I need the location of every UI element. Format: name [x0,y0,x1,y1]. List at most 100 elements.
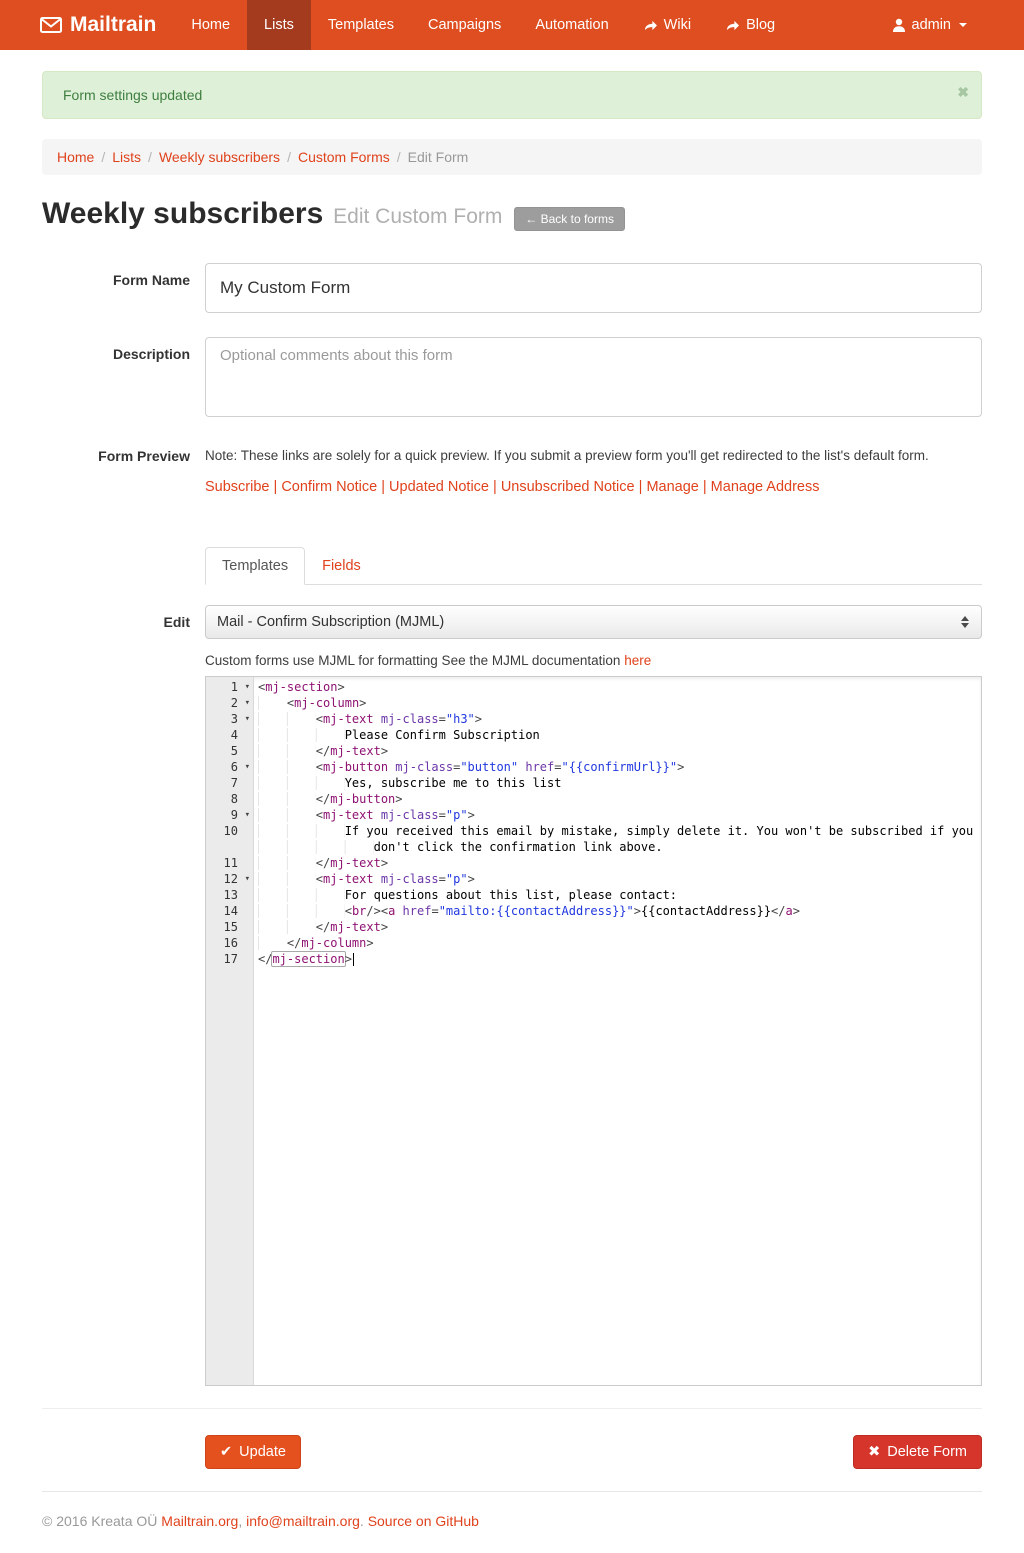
editor-line[interactable]: <mj-text mj-class="h3"> [258,711,981,727]
fold-toggle-icon[interactable]: ▾ [245,711,250,727]
user-name: admin [912,17,952,33]
gutter-line-number: 1▾ [206,679,253,695]
gutter-line-number: 4 [206,727,253,743]
editor-line[interactable]: <mj-section> [258,679,981,695]
fold-toggle-icon[interactable]: ▾ [245,695,250,711]
editor-line[interactable]: Yes, subscribe me to this list [258,775,981,791]
editor-line[interactable]: </mj-section> [258,951,981,967]
breadcrumb-link-lists[interactable]: Lists [112,149,141,165]
mjml-help-text: Custom forms use MJML for formatting See… [205,653,982,668]
form-name-label: Form Name [42,263,190,313]
form-name-field[interactable] [205,263,982,313]
breadcrumb-current: Edit Form [408,149,469,165]
preview-note: Note: These links are solely for a quick… [205,444,982,463]
main-nav: HomeListsTemplatesCampaignsAutomationWik… [174,0,792,50]
editor-line[interactable]: </mj-text> [258,919,981,935]
editor-line[interactable]: <mj-text mj-class="p"> [258,807,981,823]
tab-bar: TemplatesFields [205,547,982,585]
editor-line[interactable]: </mj-text> [258,743,981,759]
fold-toggle-icon[interactable]: ▾ [245,807,250,823]
editor-line[interactable]: </mj-column> [258,935,981,951]
editor-line[interactable]: <mj-button mj-class="button" href="{{con… [258,759,981,775]
editor-line[interactable]: If you received this email by mistake, s… [258,823,981,839]
preview-link-unsubscribed-notice[interactable]: Unsubscribed Notice [501,479,635,495]
editor-line[interactable]: </mj-button> [258,791,981,807]
breadcrumb: Home/Lists/Weekly subscribers/Custom For… [42,139,982,175]
tab-templates[interactable]: Templates [205,547,305,585]
nav-item-lists[interactable]: Lists [247,0,311,50]
editor-line[interactable]: </mj-text> [258,855,981,871]
preview-links: Subscribe | Confirm Notice | Updated Not… [205,479,982,495]
gutter-line-number: 3▾ [206,711,253,727]
editor-line[interactable]: For questions about this list, please co… [258,887,981,903]
fold-toggle-icon[interactable]: ▾ [245,679,250,695]
template-select[interactable]: Mail - Confirm Subscription (MJML) [205,605,982,639]
cross-icon: ✖ [868,1444,880,1460]
template-select-value: Mail - Confirm Subscription (MJML) [217,614,444,630]
preview-link-manage[interactable]: Manage [646,479,698,495]
code-editor[interactable]: 1▾2▾3▾456▾789▾101112▾1314151617 <mj-sect… [205,676,982,1386]
edit-label: Edit [42,605,190,1386]
gutter-line-number: 12▾ [206,871,253,887]
description-label: Description [42,337,190,420]
fold-toggle-icon[interactable]: ▾ [245,759,250,775]
editor-line[interactable]: <mj-column> [258,695,981,711]
back-to-forms-label: Back to forms [541,212,614,226]
chevron-updown-icon [961,614,969,630]
preview-link-manage-address[interactable]: Manage Address [711,479,820,495]
text-cursor [353,953,354,966]
footer-link-mailtrain-org[interactable]: Mailtrain.org [161,1513,238,1529]
preview-link-updated-notice[interactable]: Updated Notice [389,479,489,495]
gutter-line-number: 10 [206,823,253,839]
gutter-line-number [206,839,253,855]
brand-name: Mailtrain [70,13,156,37]
nav-item-templates[interactable]: Templates [311,0,411,50]
user-menu[interactable]: admin [875,0,985,50]
gutter-line-number: 9▾ [206,807,253,823]
form-preview-label: Form Preview [42,444,190,495]
update-button[interactable]: ✔ Update [205,1435,301,1469]
footer-link-source-on-github[interactable]: Source on GitHub [368,1513,479,1529]
nav-item-campaigns[interactable]: Campaigns [411,0,518,50]
mjml-help-link[interactable]: here [624,653,651,668]
nav-item-automation[interactable]: Automation [518,0,625,50]
top-navbar: Mailtrain HomeListsTemplatesCampaignsAut… [0,0,1024,50]
footer-link-info-mailtrain-org[interactable]: info@mailtrain.org [246,1513,360,1529]
caret-down-icon [959,23,967,27]
editor-code-pane[interactable]: <mj-section> <mj-column> <mj-text mj-cla… [254,677,981,1385]
editor-line[interactable]: <mj-text mj-class="p"> [258,871,981,887]
alert-close-button[interactable]: ✖ [957,84,969,101]
back-to-forms-button[interactable]: ← Back to forms [514,207,625,231]
editor-line[interactable]: don't click the confirmation link above. [258,839,981,855]
nav-item-blog[interactable]: Blog [708,0,792,50]
editor-line[interactable]: Please Confirm Subscription [258,727,981,743]
gutter-line-number: 16 [206,935,253,951]
breadcrumb-link-weekly-subscribers[interactable]: Weekly subscribers [159,149,280,165]
left-arrow-icon: ← [525,212,537,226]
gutter-line-number: 7 [206,775,253,791]
gutter-line-number: 17 [206,951,253,967]
preview-link-subscribe[interactable]: Subscribe [205,479,269,495]
gutter-line-number: 15 [206,919,253,935]
gutter-line-number: 8 [206,791,253,807]
fold-toggle-icon[interactable]: ▾ [245,871,250,887]
description-field[interactable] [205,337,982,417]
editor-line[interactable]: <br/><a href="mailto:{{contactAddress}}"… [258,903,981,919]
breadcrumb-link-custom-forms[interactable]: Custom Forms [298,149,390,165]
user-icon [892,18,906,32]
nav-item-home[interactable]: Home [174,0,247,50]
cross-icon: ✖ [957,84,969,100]
gutter-line-number: 11 [206,855,253,871]
nav-item-wiki[interactable]: Wiki [626,0,708,50]
gutter-line-number: 14 [206,903,253,919]
brand-logo[interactable]: Mailtrain [0,0,174,50]
gutter-line-number: 2▾ [206,695,253,711]
preview-link-confirm-notice[interactable]: Confirm Notice [281,479,377,495]
delete-form-button[interactable]: ✖ Delete Form [853,1435,982,1469]
page-header: Weekly subscribers Edit Custom Form ← Ba… [42,197,982,231]
delete-form-label: Delete Form [887,1444,967,1460]
tab-fields[interactable]: Fields [305,547,378,585]
breadcrumb-link-home[interactable]: Home [57,149,94,165]
page-subtitle: Edit Custom Form [333,205,502,228]
external-link-icon [725,19,740,32]
